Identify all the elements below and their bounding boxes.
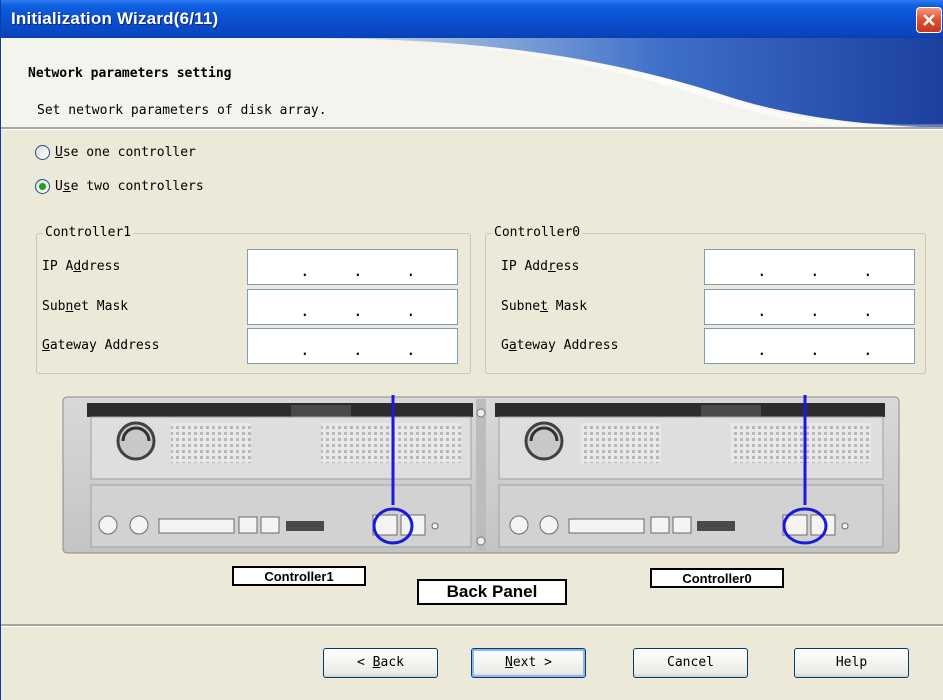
header-divider	[1, 127, 943, 130]
window-title: Initialization Wizard(6/11)	[11, 9, 219, 28]
radio-label-one: Use one controller	[55, 145, 196, 160]
controller1-group: Controller1 IP Address Subnet Mask Gatew…	[36, 225, 471, 374]
header-title: Network parameters setting	[28, 66, 232, 81]
controller0-gateway-input[interactable]: ...	[704, 328, 915, 364]
header-subtitle: Set network parameters of disk array.	[37, 103, 327, 118]
cancel-button[interactable]: Cancel	[633, 648, 748, 678]
controller1-legend: Controller1	[43, 225, 134, 240]
controller0-ip-input[interactable]: ...	[704, 249, 915, 285]
controller0-group: Controller0 IP Address Subnet Mask Gatew…	[485, 225, 926, 374]
next-button[interactable]: Next >	[471, 648, 586, 678]
controller1-module	[87, 403, 473, 548]
figure-label-controller1: Controller1	[232, 566, 366, 586]
controller1-subnet-input[interactable]: ...	[247, 289, 458, 325]
title-bar[interactable]: Initialization Wizard(6/11)	[1, 0, 943, 38]
controller1-ip-input[interactable]: ...	[247, 249, 458, 285]
back-button[interactable]: < Back	[323, 648, 438, 678]
controller0-gateway-label: Gateway Address	[501, 338, 619, 353]
radio-use-two-controllers[interactable]: Use two controllers	[35, 179, 204, 194]
wizard-header: Network parameters setting Set network p…	[1, 38, 943, 128]
controller0-subnet-input[interactable]: ...	[704, 289, 915, 325]
figure-label-back-panel: Back Panel	[417, 579, 567, 605]
figure-label-controller0: Controller0	[650, 568, 784, 588]
radio-selected-icon[interactable]	[35, 179, 50, 194]
radio-label-two: Use two controllers	[55, 179, 204, 194]
controller0-ip-label: IP Address	[501, 259, 580, 274]
radio-use-one-controller[interactable]: Use one controller	[35, 145, 196, 160]
help-button[interactable]: Help	[794, 648, 909, 678]
footer-divider	[1, 624, 943, 627]
wizard-window: Initialization Wizard(6/11) Network para…	[0, 0, 943, 700]
controller1-gateway-input[interactable]: ...	[247, 328, 458, 364]
radio-unselected-icon[interactable]	[35, 145, 50, 160]
close-icon	[923, 14, 935, 26]
controller1-gateway-label: Gateway Address	[42, 338, 160, 353]
controller0-subnet-label: Subnet Mask	[501, 299, 588, 314]
controller0-legend: Controller0	[492, 225, 583, 240]
controller1-subnet-label: Subnet Mask	[42, 299, 129, 314]
close-button[interactable]	[916, 7, 942, 33]
back-panel-figure	[62, 395, 900, 554]
controller1-ip-label: IP Address	[42, 259, 121, 274]
